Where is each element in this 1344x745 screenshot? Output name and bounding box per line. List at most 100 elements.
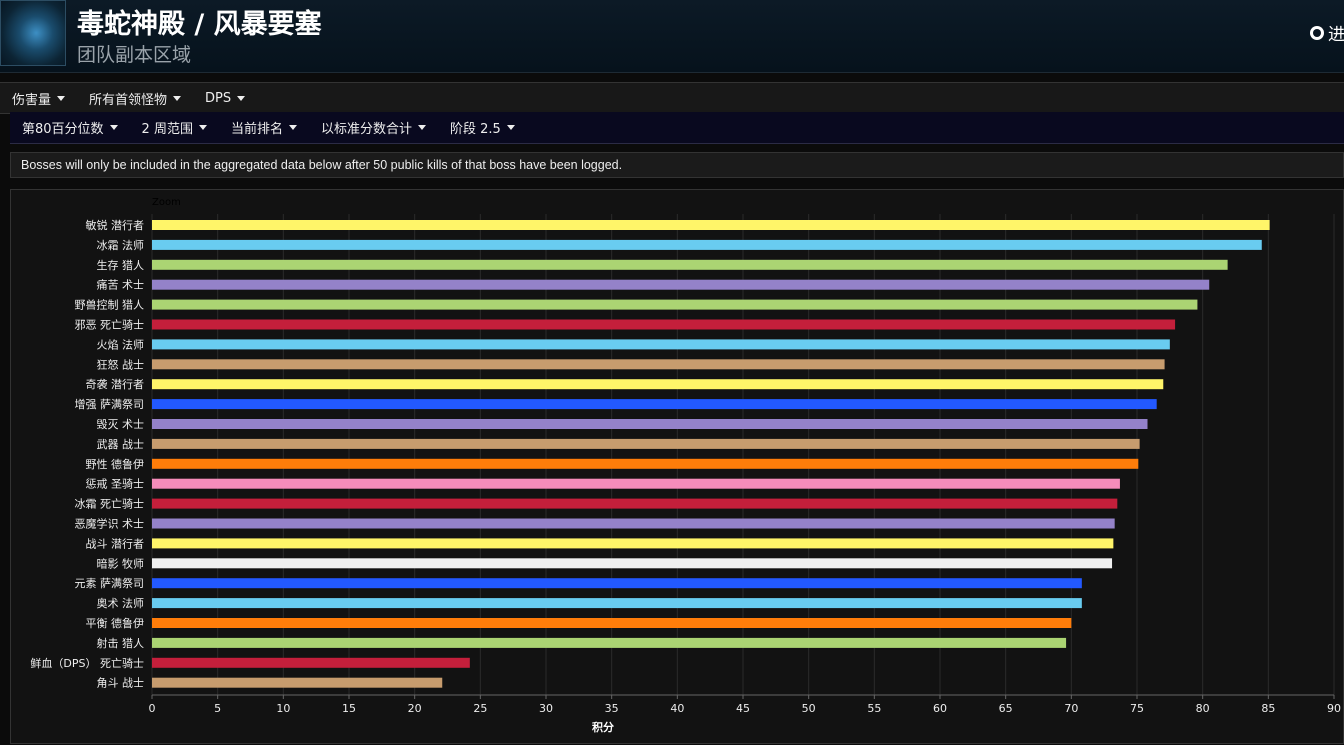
category-label: 角斗 战士	[97, 677, 145, 690]
category-label: 奥术 法师	[97, 596, 145, 610]
bar[interactable]	[152, 637, 1067, 648]
bar-chart[interactable]: Zoom 敏锐 潜行者冰霜 法师生存 猎人痛苦 术士野兽控制 猎人邪恶 死亡骑士火…	[11, 190, 1344, 745]
category-label: 冰霜 死亡骑士	[75, 497, 145, 511]
x-tick-label: 75	[1130, 702, 1144, 715]
category-label: 野兽控制 猎人	[75, 298, 145, 312]
page-header: 毒蛇神殿 / 风暴要塞 团队副本区域 进	[0, 0, 1344, 73]
category-label: 射击 猎人	[97, 636, 145, 650]
x-tick-label: 5	[214, 702, 221, 715]
filter-bar-secondary: 第80百分位数 2 周范围 当前排名 以标准分数合计 阶段 2.5	[10, 112, 1344, 144]
timeframe-dropdown-label: 2 周范围	[141, 122, 193, 137]
boss-dropdown-label: 所有首领怪物	[89, 92, 168, 108]
percentile-dropdown-label: 第80百分位数	[22, 122, 104, 137]
bar[interactable]	[152, 239, 1262, 250]
bar[interactable]	[152, 538, 1114, 549]
role-dropdown-label: DPS	[205, 90, 232, 106]
category-label: 平衡 德鲁伊	[86, 616, 145, 630]
category-label: 奇袭 潜行者	[86, 377, 145, 391]
caret-down-icon	[198, 125, 207, 130]
bar[interactable]	[152, 399, 1157, 410]
phase-dropdown-label: 阶段 2.5	[449, 122, 501, 137]
caret-down-icon	[57, 95, 66, 101]
bar[interactable]	[152, 438, 1140, 449]
globe-icon	[1310, 25, 1324, 40]
percentile-dropdown[interactable]: 第80百分位数	[10, 118, 130, 137]
bar[interactable]	[152, 518, 1115, 529]
bar[interactable]	[152, 598, 1082, 609]
x-tick-label: 65	[999, 702, 1013, 715]
category-label: 痛苦 术士	[97, 278, 145, 292]
language-selector[interactable]: 进	[1310, 20, 1344, 45]
x-tick-label: 90	[1327, 702, 1341, 715]
category-label: 野性 德鲁伊	[86, 457, 145, 471]
bar[interactable]	[152, 498, 1118, 509]
caret-down-icon	[237, 95, 246, 101]
caret-down-icon	[173, 95, 182, 101]
category-label: 鲜血（DPS） 死亡骑士	[30, 656, 144, 670]
x-tick-label: 60	[933, 702, 947, 715]
category-label: 冰霜 法师	[97, 238, 145, 252]
bar[interactable]	[152, 558, 1113, 569]
category-label: 狂怒 战士	[97, 357, 145, 371]
x-tick-label: 40	[670, 702, 684, 715]
x-tick-label: 0	[149, 702, 156, 715]
x-tick-label: 20	[408, 702, 422, 715]
bar[interactable]	[152, 259, 1228, 270]
boss-dropdown[interactable]: 所有首领怪物	[77, 89, 193, 108]
category-label: 暗影 牧师	[97, 556, 145, 570]
bar[interactable]	[152, 379, 1164, 390]
x-tick-label: 45	[736, 702, 750, 715]
x-tick-label: 25	[473, 702, 487, 715]
category-label: 惩戒 圣骑士	[86, 478, 145, 491]
category-label: 敏锐 潜行者	[86, 218, 145, 232]
x-tick-label: 55	[867, 702, 881, 715]
caret-down-icon	[417, 125, 426, 130]
x-tick-label: 35	[605, 702, 619, 715]
bar[interactable]	[152, 359, 1165, 370]
x-tick-label: 30	[539, 702, 553, 715]
aggregation-dropdown[interactable]: 以标准分数合计	[309, 118, 438, 137]
bar[interactable]	[152, 419, 1148, 429]
role-dropdown[interactable]: DPS	[193, 91, 257, 106]
caret-down-icon	[506, 125, 515, 130]
x-tick-label: 80	[1196, 702, 1210, 715]
zone-thumbnail	[0, 0, 66, 66]
bar[interactable]	[152, 618, 1072, 628]
metric-dropdown[interactable]: 伤害量	[0, 89, 77, 108]
bar[interactable]	[152, 299, 1198, 310]
category-label: 元素 萨满祭司	[75, 577, 145, 590]
page-title: 毒蛇神殿 / 风暴要塞	[77, 9, 322, 40]
bar[interactable]	[152, 677, 443, 688]
bar[interactable]	[152, 458, 1139, 469]
bar[interactable]	[152, 657, 470, 668]
x-axis-title: 积分	[592, 720, 614, 734]
x-tick-label: 15	[342, 702, 356, 715]
x-tick-label: 10	[276, 702, 290, 715]
bar[interactable]	[152, 478, 1120, 489]
phase-dropdown[interactable]: 阶段 2.5	[438, 118, 527, 137]
info-notice: Bosses will only be included in the aggr…	[10, 152, 1344, 178]
caret-down-icon	[109, 125, 118, 130]
bar[interactable]	[152, 319, 1176, 330]
ranking-dropdown-label: 当前排名	[230, 122, 283, 137]
bar[interactable]	[152, 578, 1082, 589]
category-label: 战斗 潜行者	[86, 536, 145, 550]
category-label: 毁灭 术士	[97, 417, 145, 431]
ranking-dropdown[interactable]: 当前排名	[219, 118, 309, 137]
timeframe-dropdown[interactable]: 2 周范围	[130, 118, 219, 137]
bar[interactable]	[152, 339, 1170, 350]
category-label: 武器 战士	[97, 438, 145, 451]
page-subtitle: 团队副本区域	[77, 44, 192, 66]
zoom-label[interactable]: Zoom	[152, 197, 181, 208]
bar[interactable]	[152, 279, 1210, 290]
category-label: 火焰 法师	[97, 337, 145, 351]
aggregation-dropdown-label: 以标准分数合计	[320, 122, 412, 137]
category-label: 增强 萨满祭司	[75, 397, 145, 411]
metric-dropdown-label: 伤害量	[12, 92, 52, 108]
chart-container: Zoom 敏锐 潜行者 冰霜 法师 生存 猎人 痛苦 术士 野兽控制 猎人 邪恶 死亡骑士火…	[10, 189, 1344, 744]
language-label: 进	[1328, 25, 1344, 45]
bar[interactable]	[152, 220, 1270, 230]
caret-down-icon	[288, 125, 297, 130]
filter-bar-primary: 伤害量 所有首领怪物 DPS	[0, 82, 1344, 114]
x-tick-label: 85	[1261, 702, 1275, 715]
